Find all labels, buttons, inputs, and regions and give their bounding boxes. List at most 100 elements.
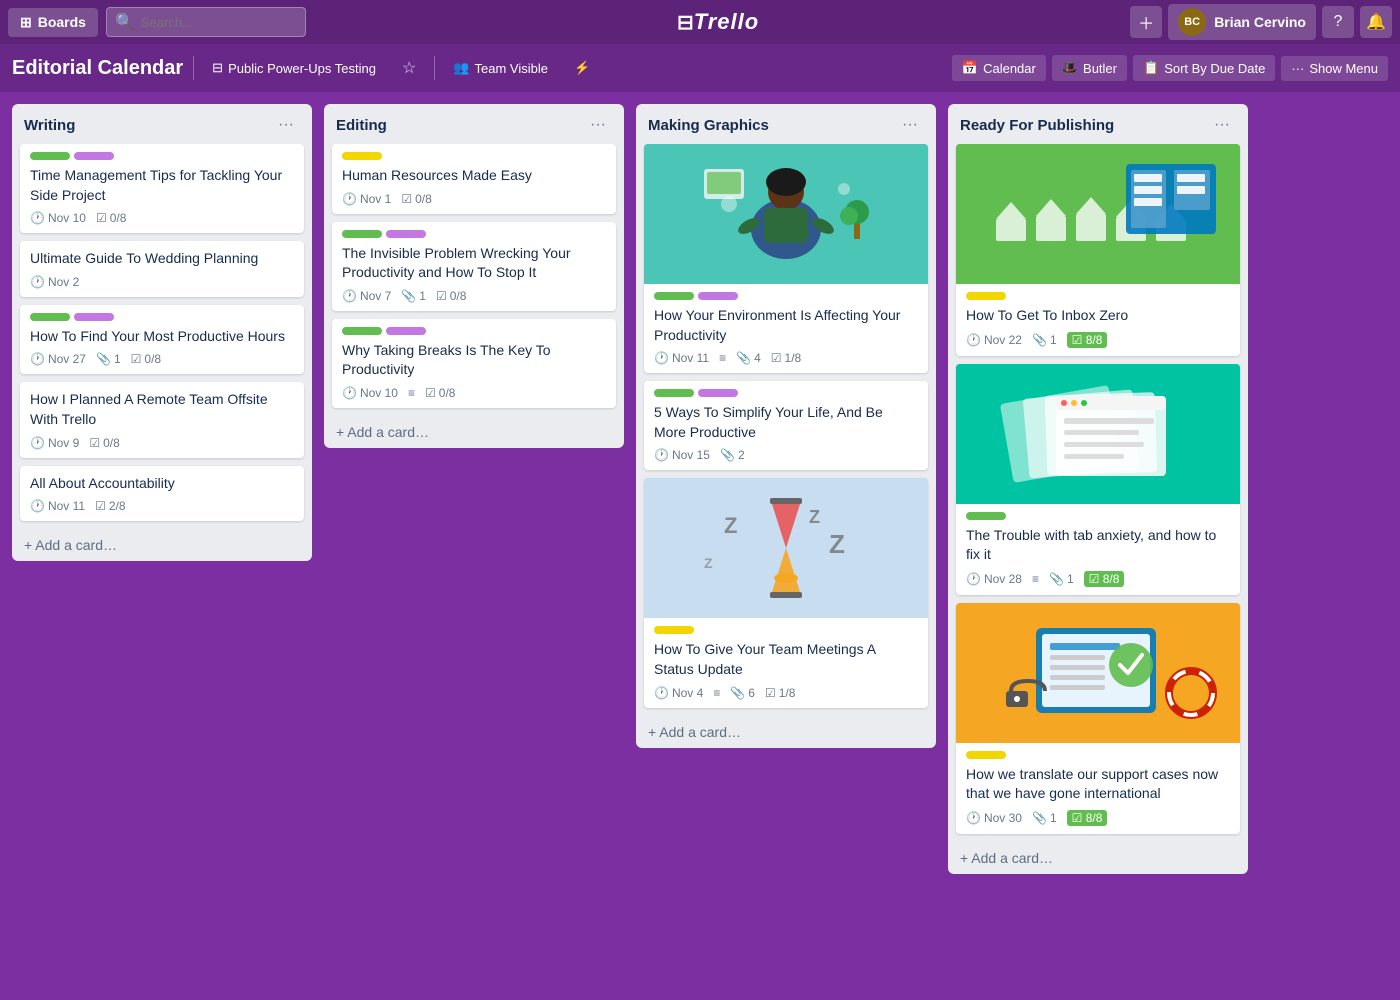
checklist-badge: ☑ 0/8	[131, 352, 161, 366]
card-title: The Invisible Problem Wrecking Your Prod…	[342, 244, 606, 283]
card-content: Human Resources Made Easy 🕐 Nov 1 ☑ 0/8	[332, 144, 616, 214]
description-badge: ≡	[408, 386, 415, 400]
description-icon: ≡	[408, 386, 415, 400]
add-card-editing[interactable]: + Add a card…	[324, 416, 624, 448]
label-yellow	[654, 626, 694, 634]
description-badge: ≡	[1032, 572, 1039, 586]
help-button[interactable]: ?	[1322, 6, 1354, 38]
description-icon: ≡	[719, 351, 726, 365]
card-footer: 🕐 Nov 9 ☑ 0/8	[30, 436, 294, 450]
visibility-item[interactable]: 👥 Team Visible	[445, 56, 556, 80]
card-inbox-zero[interactable]: How To Get To Inbox Zero 🕐 Nov 22 📎 1 ☑ …	[956, 144, 1240, 356]
checklist-badge: ☑ 0/8	[89, 436, 119, 450]
label-purple	[698, 389, 738, 397]
card-image-environment	[644, 144, 928, 284]
due-date-badge: 🕐 Nov 2	[30, 275, 79, 289]
card-labels	[654, 389, 918, 397]
board-menu-icon[interactable]: ⚡	[566, 56, 598, 80]
card-productive-hours[interactable]: How To Find Your Most Productive Hours 🕐…	[20, 305, 304, 375]
search-input[interactable]	[141, 15, 297, 30]
card-labels	[654, 292, 918, 300]
card-support-cases[interactable]: How we translate our support cases now t…	[956, 603, 1240, 834]
list-header-editing: Editing ···	[324, 104, 624, 144]
list-menu-button-publishing[interactable]: ···	[1208, 114, 1236, 136]
card-environment-affecting[interactable]: How Your Environment Is Affecting Your P…	[644, 144, 928, 373]
card-content: How To Get To Inbox Zero 🕐 Nov 22 📎 1 ☑ …	[956, 284, 1240, 356]
paperclip-icon: 📎	[1032, 811, 1047, 825]
paperclip-icon: 📎	[730, 686, 745, 700]
boards-button[interactable]: ⊞ Boards	[8, 8, 98, 37]
card-remote-offsite[interactable]: How I Planned A Remote Team Offsite With…	[20, 382, 304, 457]
list-menu-button-graphics[interactable]: ···	[896, 114, 924, 136]
label-green	[30, 152, 70, 160]
calendar-button[interactable]: 📅 Calendar	[952, 55, 1046, 81]
avatar: BC	[1178, 8, 1206, 36]
label-green	[654, 389, 694, 397]
card-title: The Trouble with tab anxiety, and how to…	[966, 526, 1230, 565]
paperclip-icon: 📎	[1049, 572, 1064, 586]
workspace-item[interactable]: ⊟ Public Power-Ups Testing	[204, 56, 384, 80]
card-accountability[interactable]: All About Accountability 🕐 Nov 11 ☑ 2/8	[20, 466, 304, 522]
card-team-meetings[interactable]: Z Z Z Z How To Give Your Team Meetings A…	[644, 478, 928, 707]
search-container[interactable]: 🔍	[106, 7, 306, 37]
visibility-icon: 👥	[453, 60, 469, 76]
menu-dots-icon: ···	[1291, 61, 1304, 76]
due-date-badge: 🕐 Nov 1	[342, 192, 391, 206]
star-button[interactable]: ☆	[394, 54, 424, 82]
card-labels	[966, 512, 1230, 520]
label-yellow	[966, 751, 1006, 759]
user-menu-button[interactable]: BC Brian Cervino	[1168, 4, 1316, 40]
checklist-badge-done: ☑ 8/8	[1067, 810, 1108, 826]
clock-icon: 🕐	[654, 351, 669, 365]
card-content: How we translate our support cases now t…	[956, 743, 1240, 834]
card-tab-anxiety[interactable]: The Trouble with tab anxiety, and how to…	[956, 364, 1240, 595]
workspace-icon: ⊟	[212, 60, 223, 76]
checklist-icon: ☑	[771, 351, 782, 365]
card-footer: 🕐 Nov 11 ≡ 📎 4 ☑ 1/8	[654, 351, 918, 365]
checklist-badge-done: ☑ 8/8	[1084, 571, 1125, 587]
card-title: Human Resources Made Easy	[342, 166, 606, 186]
card-footer: 🕐 Nov 1 ☑ 0/8	[342, 192, 606, 206]
svg-text:Z: Z	[724, 513, 737, 538]
card-image-support	[956, 603, 1240, 743]
list-menu-button-editing[interactable]: ···	[584, 114, 612, 136]
card-content: How To Find Your Most Productive Hours 🕐…	[20, 305, 304, 375]
card-title: Ultimate Guide To Wedding Planning	[30, 249, 294, 269]
paperclip-icon: 📎	[401, 289, 416, 303]
card-title: How Your Environment Is Affecting Your P…	[654, 306, 918, 345]
card-footer: 🕐 Nov 15 📎 2	[654, 448, 918, 462]
add-card-graphics[interactable]: + Add a card…	[636, 716, 936, 748]
butler-button[interactable]: 🎩 Butler	[1052, 55, 1127, 81]
card-invisible-problem[interactable]: The Invisible Problem Wrecking Your Prod…	[332, 222, 616, 311]
label-purple	[74, 152, 114, 160]
list-editing: Editing ··· Human Resources Made Easy 🕐 …	[324, 104, 624, 448]
card-hr-easy[interactable]: Human Resources Made Easy 🕐 Nov 1 ☑ 0/8	[332, 144, 616, 214]
card-labels	[966, 751, 1230, 759]
add-card-publishing[interactable]: + Add a card…	[948, 842, 1248, 874]
card-time-management[interactable]: Time Management Tips for Tackling Your S…	[20, 144, 304, 233]
list-making-graphics: Making Graphics ···	[636, 104, 936, 748]
card-simplify-life[interactable]: 5 Ways To Simplify Your Life, And Be Mor…	[644, 381, 928, 470]
card-content: How To Give Your Team Meetings A Status …	[644, 618, 928, 707]
card-breaks-key[interactable]: Why Taking Breaks Is The Key To Producti…	[332, 319, 616, 408]
card-content: How I Planned A Remote Team Offsite With…	[20, 382, 304, 457]
due-date-badge: 🕐 Nov 9	[30, 436, 79, 450]
clock-icon: 🕐	[966, 811, 981, 825]
clock-icon: 🕐	[342, 289, 357, 303]
list-menu-button-writing[interactable]: ···	[272, 114, 300, 136]
sort-icon: 📋	[1143, 60, 1159, 76]
card-title: How I Planned A Remote Team Offsite With…	[30, 390, 294, 429]
card-labels	[30, 152, 294, 160]
attachment-badge: 📎 4	[736, 351, 761, 365]
svg-text:Z: Z	[809, 507, 820, 527]
notifications-button[interactable]: 🔔	[1360, 6, 1392, 38]
clock-icon: 🕐	[342, 386, 357, 400]
show-menu-button[interactable]: ··· Show Menu	[1281, 56, 1388, 81]
card-wedding-planning[interactable]: Ultimate Guide To Wedding Planning 🕐 Nov…	[20, 241, 304, 297]
sort-button[interactable]: 📋 Sort By Due Date	[1133, 55, 1275, 81]
add-card-writing[interactable]: + Add a card…	[12, 529, 312, 561]
checklist-badge: ☑ 1/8	[765, 686, 795, 700]
create-button[interactable]: ＋	[1130, 6, 1162, 38]
list-cards-graphics: How Your Environment Is Affecting Your P…	[636, 144, 936, 716]
label-yellow	[342, 152, 382, 160]
